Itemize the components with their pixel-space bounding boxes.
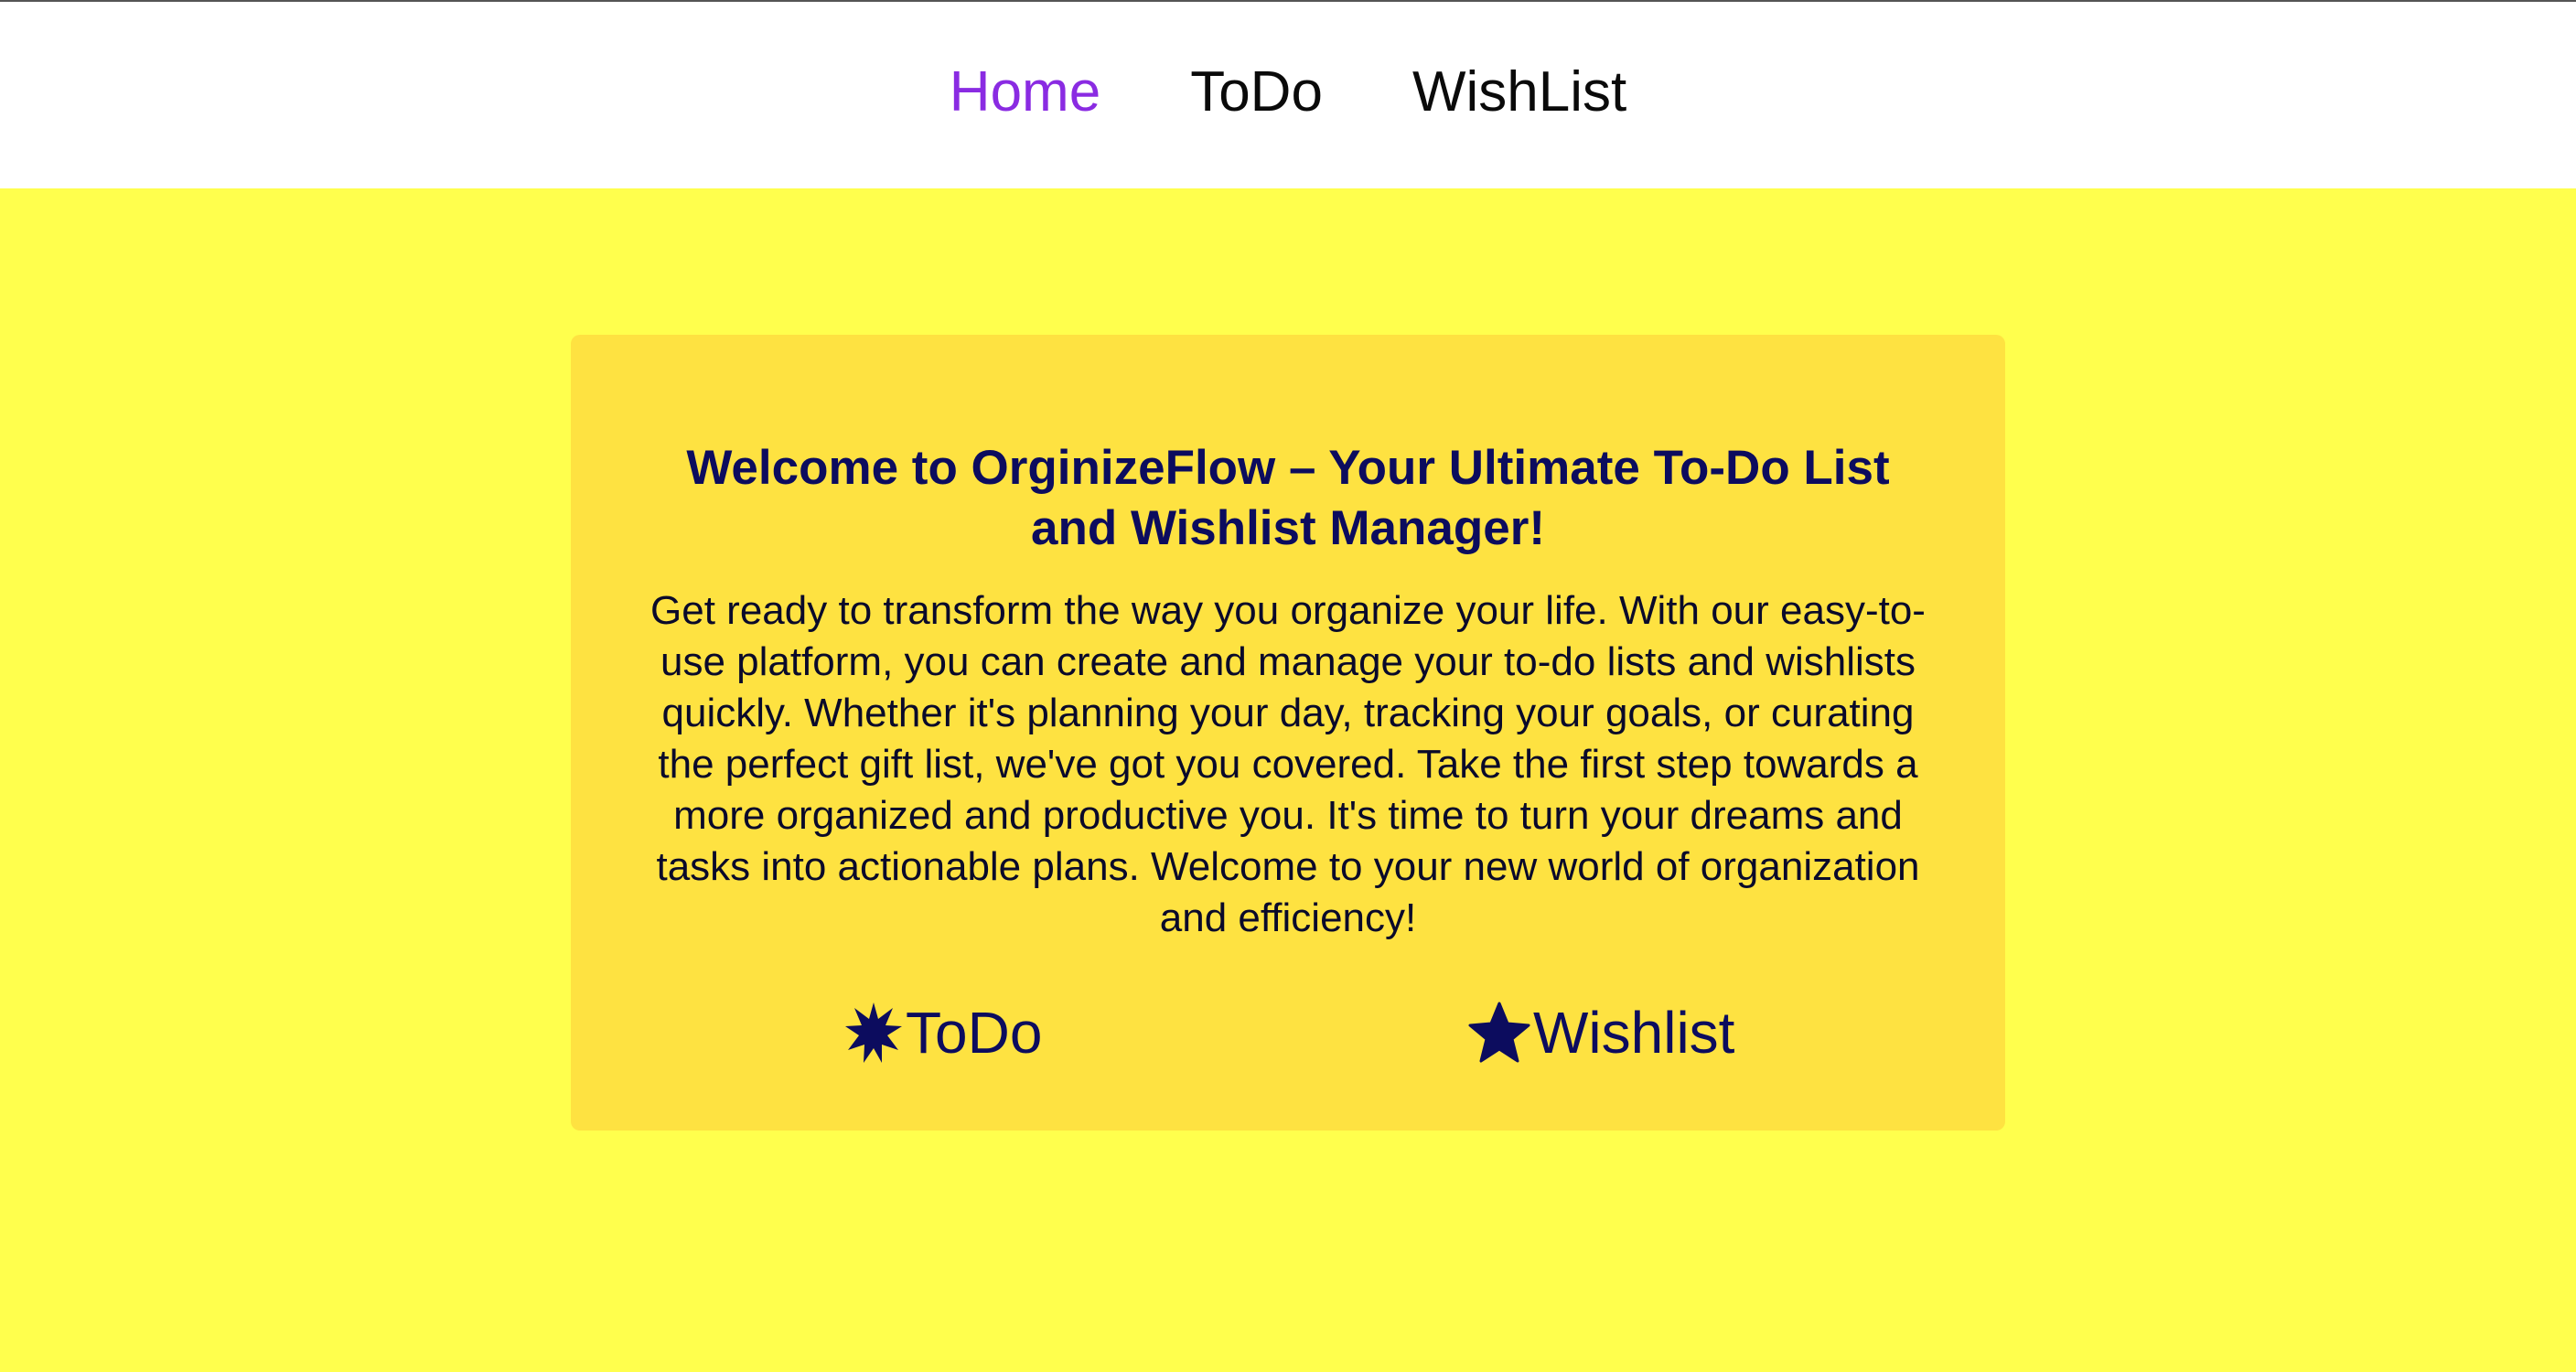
nav-link-todo[interactable]: ToDo: [1190, 64, 1323, 126]
nav-link-home[interactable]: Home: [950, 64, 1100, 126]
nav-link-wishlist[interactable]: WishList: [1412, 64, 1626, 126]
todo-quick-link[interactable]: ToDo: [843, 999, 1042, 1067]
welcome-card: Welcome to OrginizeFlow – Your Ultimate …: [571, 335, 2005, 1131]
star-icon: [1468, 1002, 1530, 1063]
burst-star-icon: [845, 1002, 902, 1063]
main-content: Welcome to OrginizeFlow – Your Ultimate …: [0, 188, 2576, 1372]
wishlist-quick-link[interactable]: Wishlist: [1467, 999, 1734, 1067]
top-navigation: Home ToDo WishList: [0, 2, 2576, 188]
welcome-title: Welcome to OrginizeFlow – Your Ultimate …: [686, 441, 1890, 555]
welcome-description: Get ready to transform the way you organ…: [650, 588, 1926, 940]
wishlist-quick-link-label: Wishlist: [1533, 1000, 1735, 1066]
todo-quick-link-label: ToDo: [906, 1000, 1043, 1066]
